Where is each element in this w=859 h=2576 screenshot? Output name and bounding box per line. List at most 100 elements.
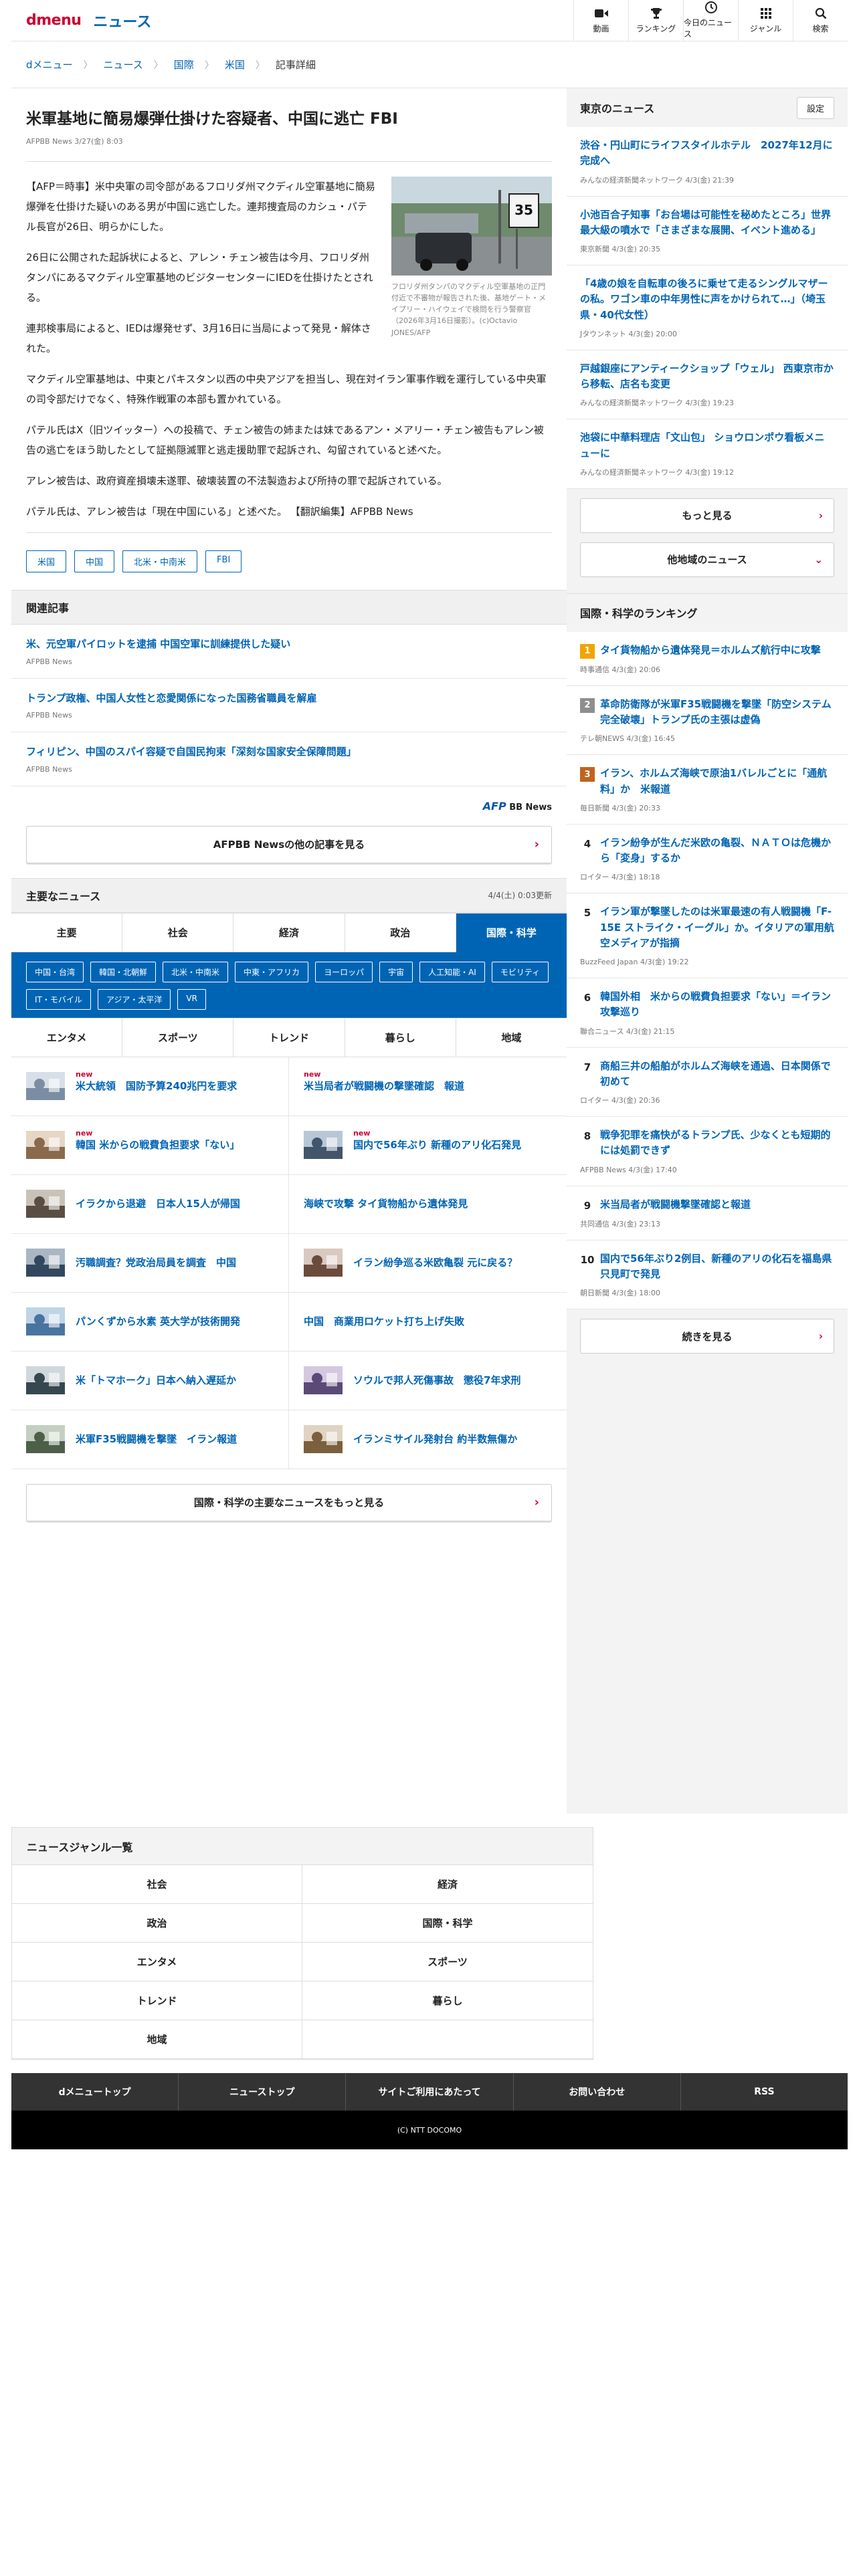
news-title-text[interactable]: イラン紛争巡る米欧亀裂 元に戻る？ [353, 1257, 517, 1269]
ranking-title[interactable]: イラン、ホルムズ海峡で原油1バレルごとに「通航料」か 米報道 [600, 766, 834, 797]
ranking-item[interactable]: 2 革命防衛隊が米軍F35戦闘機を撃墜「防空システム完全破壊」トランプ氏の主張は虚… [567, 685, 848, 756]
settings-button[interactable]: 設定 [796, 96, 834, 119]
news-title[interactable]: パンくずから水素 英大学が技術開発 [76, 1315, 240, 1329]
news-thumbnail[interactable] [26, 1249, 65, 1277]
major-more-button[interactable]: 国際・科学の主要なニュースをもっと見る › [26, 1483, 552, 1521]
subtab-ai[interactable]: 人工知能・AI [419, 961, 485, 982]
ranking-item[interactable]: 1 タイ貨物船から遺体発見＝ホルムズ航行中に攻撃 時事通信 4/3(金) 20:06 [567, 631, 848, 686]
news-thumbnail[interactable] [304, 1366, 343, 1395]
news-thumbnail[interactable] [26, 1425, 65, 1454]
major-news-item[interactable]: イランミサイル発射台 約半数無傷か [289, 1410, 567, 1469]
news-title-text[interactable]: 米「トマホーク」日本へ納入遅延か [76, 1374, 236, 1386]
article-photo[interactable]: 35 [391, 177, 552, 276]
footer-contact[interactable]: お問い合わせ [514, 2073, 681, 2111]
news-title[interactable]: new 米当局者が戦闘機の撃墜確認 報道 [304, 1070, 464, 1093]
tab-economy[interactable]: 経済 [233, 913, 345, 952]
ranking-item[interactable]: 7 商船三井の船舶がホルムズ海峡を通過、日本関係で初めて ロイター 4/3(金) 2… [567, 1047, 848, 1117]
subtab-asia-pacific[interactable]: アジア・太平洋 [97, 988, 171, 1010]
ranking-item[interactable]: 4 イラン紛争が生んだ米欧の亀裂、ＮＡＴＯは危機から「変身」するか ロイター 4/3… [567, 824, 848, 894]
news-title[interactable]: new 国内で56年ぶり 新種のアリ化石発見 [353, 1129, 521, 1152]
news-title-text[interactable]: 中国 商業用ロケット打ち上げ失敗 [304, 1315, 464, 1327]
news-title[interactable]: new 韓国 米からの戦費負担要求「ない」 [76, 1129, 240, 1152]
ranking-title[interactable]: 革命防衛隊が米軍F35戦闘機を撃墜「防空システム完全破壊」トランプ氏の主張は虚偽 [600, 697, 834, 728]
ranking-item[interactable]: 9 米当局者が戦闘機撃墜確認と報道 共同通信 4/3(金) 23:13 [567, 1186, 848, 1241]
ranking-title[interactable]: 戦争犯罪を痛快がるトランプ氏、少なくとも短期的には処罰できず [600, 1128, 834, 1159]
ranking-title[interactable]: 商船三井の船舶がホルムズ海峡を通過、日本関係で初めて [600, 1059, 834, 1090]
tab-entertainment[interactable]: エンタメ [11, 1018, 123, 1057]
news-title[interactable]: 米「トマホーク」日本へ納入遅延か [76, 1374, 236, 1388]
genre-item[interactable]: スポーツ [302, 1943, 593, 1981]
news-title[interactable]: new 米大統領 国防予算240兆円を要求 [76, 1070, 237, 1093]
subtab-europe[interactable]: ヨーロッパ [315, 961, 373, 982]
nav-video[interactable]: 動画 [573, 0, 628, 41]
footer-terms[interactable]: サイトご利用にあたって [346, 2073, 514, 2111]
ranking-title[interactable]: タイ貨物船から遺体発見＝ホルムズ航行中に攻撃 [600, 643, 821, 659]
genre-item[interactable]: 経済 [302, 1865, 593, 1904]
tokyo-news-title[interactable]: 池袋に中華料理店「文山包」 ショウロンポウ看板メニューに [580, 430, 834, 461]
tokyo-news-item[interactable]: 池袋に中華料理店「文山包」 ショウロンポウ看板メニューに みんなの経済新聞ネットワ… [567, 419, 848, 489]
ranking-title[interactable]: 米当局者が戦闘機撃墜確認と報道 [600, 1197, 751, 1213]
subtab-vr[interactable]: VR [177, 988, 206, 1010]
news-title-text[interactable]: 国内で56年ぶり 新種のアリ化石発見 [353, 1139, 521, 1151]
news-title-text[interactable]: 汚職調査？党政治局員を調査 中国 [76, 1257, 236, 1269]
breadcrumb-us[interactable]: 米国 [225, 58, 245, 72]
tab-region[interactable]: 地域 [456, 1018, 567, 1057]
afpbb-more-button[interactable]: AFPBB Newsの他の記事を見る › [26, 825, 552, 863]
news-title-text[interactable]: 韓国 米からの戦費負担要求「ない」 [76, 1139, 240, 1151]
major-news-item[interactable]: ソウルで邦人死傷事故 懲役7年求刑 [289, 1352, 567, 1410]
breadcrumb-international[interactable]: 国際 [174, 58, 194, 72]
tokyo-news-item[interactable]: 渋谷・円山町にライフスタイルホテル 2027年12月に完成へ みんなの経済新聞ネッ… [567, 127, 848, 197]
news-title[interactable]: 米軍F35戦闘機を撃墜 イラン報道 [76, 1432, 237, 1446]
related-item[interactable]: フィリピン、中国のスパイ容疑で自国民拘束「深刻な国家安全保障問題」 AFPBB … [11, 732, 567, 786]
tokyo-more-button[interactable]: もっと見る › [580, 498, 834, 533]
subtab-middleeast-africa[interactable]: 中東・アフリカ [235, 961, 309, 982]
related-title[interactable]: 米、元空軍パイロットを逮捕 中国空軍に訓練提供した疑い [26, 637, 552, 652]
major-news-item[interactable]: パンくずから水素 英大学が技術開発 [11, 1292, 289, 1352]
ranking-item[interactable]: 3 イラン、ホルムズ海峡で原油1バレルごとに「通航料」か 米報道 毎日新聞 4/3(… [567, 755, 848, 825]
major-news-item[interactable]: 中国 商業用ロケット打ち上げ失敗 [289, 1293, 567, 1352]
footer-rss[interactable]: RSS [681, 2073, 848, 2111]
tag-china[interactable]: 中国 [74, 550, 115, 573]
ranking-title[interactable]: イラン紛争が生んだ米欧の亀裂、ＮＡＴＯは危機から「変身」するか [600, 835, 834, 867]
genre-item[interactable]: トレンド [12, 1981, 302, 2020]
major-news-item[interactable]: 米軍F35戦闘機を撃墜 イラン報道 [11, 1410, 289, 1469]
subtab-americas[interactable]: 北米・中南米 [163, 961, 229, 982]
news-title-text[interactable]: ソウルで邦人死傷事故 懲役7年求刑 [353, 1374, 520, 1386]
related-item[interactable]: 米、元空軍パイロットを逮捕 中国空軍に訓練提供した疑い AFPBB News [11, 625, 567, 679]
related-title[interactable]: フィリピン、中国のスパイ容疑で自国民拘束「深刻な国家安全保障問題」 [26, 744, 552, 760]
tab-trend[interactable]: トレンド [233, 1018, 345, 1057]
ranking-title[interactable]: イラン軍が撃墜したのは米軍最速の有人戦闘機「F-15E ストライク・イーグル」か… [600, 904, 834, 951]
major-news-item[interactable]: 海峡で攻撃 タイ貨物船から遺体発見 [289, 1175, 567, 1234]
major-news-item[interactable]: new 韓国 米からの戦費負担要求「ない」 [11, 1115, 289, 1175]
news-title[interactable]: 汚職調査？党政治局員を調査 中国 [76, 1256, 236, 1270]
news-title[interactable]: イラン紛争巡る米欧亀裂 元に戻る？ [353, 1256, 517, 1270]
ranking-more-button[interactable]: 続きを見る › [580, 1319, 834, 1354]
major-news-item[interactable]: イラン紛争巡る米欧亀裂 元に戻る？ [289, 1234, 567, 1293]
subtab-space[interactable]: 宇宙 [379, 961, 413, 982]
ranking-item[interactable]: 8 戦争犯罪を痛快がるトランプ氏、少なくとも短期的には処罰できず AFPBB New… [567, 1117, 848, 1186]
dmenu-logo[interactable]: dmenu [26, 12, 82, 29]
tokyo-news-item[interactable]: 「4歳の娘を自転車の後ろに乗せて走るシングルマザーの私。ワゴン車の中年男性に声を… [567, 265, 848, 350]
news-title-text[interactable]: パンくずから水素 英大学が技術開発 [76, 1315, 240, 1327]
tokyo-news-item[interactable]: 戸越銀座にアンティークショップ「ウェル」 西東京市から移転、店名も変更 みんなの経… [567, 350, 848, 420]
tag-americas[interactable]: 北米・中南米 [122, 550, 198, 573]
tokyo-news-item[interactable]: 小池百合子知事「お台場は可能性を秘めたところ」世界最大級の噴水で「さまざまな展開… [567, 196, 848, 265]
news-thumbnail[interactable] [26, 1131, 65, 1160]
nav-ranking[interactable]: ランキング [628, 0, 683, 41]
tokyo-news-title[interactable]: 戸越銀座にアンティークショップ「ウェル」 西東京市から移転、店名も変更 [580, 361, 834, 393]
related-item[interactable]: トランプ政権、中国人女性と恋愛関係になった国務省職員を解雇 AFPBB News [11, 679, 567, 733]
subtab-korea[interactable]: 韓国・北朝鮮 [90, 961, 157, 982]
tab-society[interactable]: 社会 [122, 913, 234, 952]
genre-item[interactable]: 国際・科学 [302, 1904, 593, 1943]
nav-search[interactable]: 検索 [793, 0, 848, 41]
news-title-text[interactable]: イランミサイル発射台 約半数無傷か [353, 1433, 517, 1445]
ranking-title[interactable]: 韓国外相 米からの戦費負担要求「ない」＝イラン攻撃巡り [600, 989, 834, 1021]
tab-international-science[interactable]: 国際・科学 [456, 913, 567, 952]
subtab-china-taiwan[interactable]: 中国・台湾 [26, 961, 84, 982]
tokyo-news-title[interactable]: 「4歳の娘を自転車の後ろに乗せて走るシングルマザーの私。ワゴン車の中年男性に声を… [580, 276, 834, 323]
genre-item[interactable]: 暮らし [302, 1981, 593, 2020]
tab-politics[interactable]: 政治 [345, 913, 456, 952]
news-thumbnail[interactable] [26, 1307, 65, 1336]
site-logo[interactable]: dmenu ニュース [11, 10, 151, 31]
ranking-item[interactable]: 10 国内で56年ぶり2例目、新種のアリの化石を福島県只見町で発見 朝日新聞 4/3… [567, 1240, 848, 1309]
